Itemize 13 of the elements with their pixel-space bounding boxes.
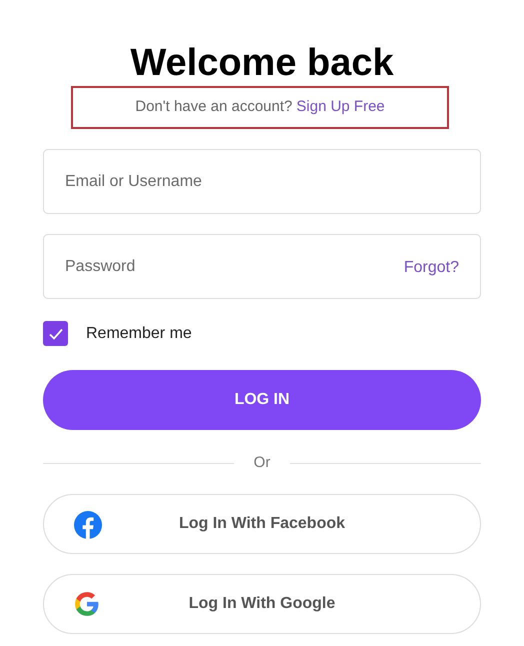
page-title: Welcome back xyxy=(130,41,394,86)
google-icon xyxy=(74,590,100,616)
sign-up-link[interactable]: Sign Up Free xyxy=(296,96,385,119)
facebook-login-button[interactable]: Log In With Facebook xyxy=(43,494,481,554)
login-button[interactable]: LOG IN xyxy=(43,370,481,430)
signup-prompt: Don't have an account? xyxy=(135,97,292,118)
email-field[interactable]: Email or Username xyxy=(43,149,481,214)
remember-checkbox[interactable] xyxy=(43,321,68,346)
facebook-icon xyxy=(74,510,102,538)
remember-label: Remember me xyxy=(86,324,192,344)
google-login-button[interactable]: Log In With Google xyxy=(43,574,481,634)
divider-label: Or xyxy=(254,453,270,473)
forgot-link[interactable]: Forgot? xyxy=(404,256,459,280)
